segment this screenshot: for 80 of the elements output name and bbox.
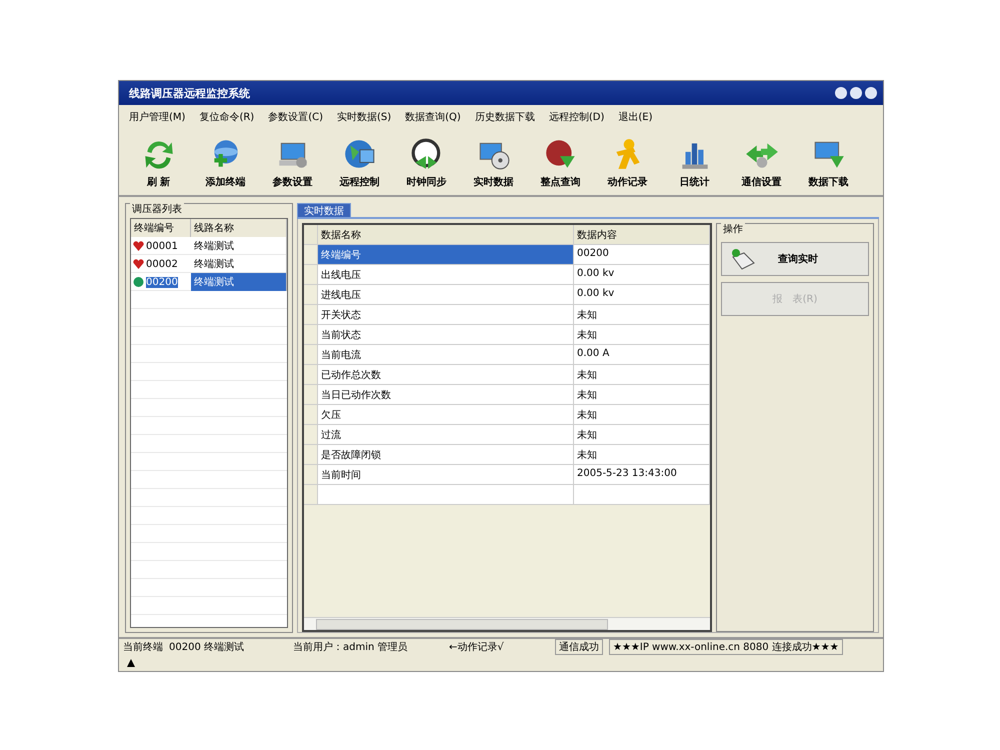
row-header[interactable] [304, 385, 318, 405]
toolbar-button[interactable]: 参数设置 [259, 131, 326, 193]
table-cell[interactable]: 开关状态 [318, 305, 574, 325]
row-header[interactable] [304, 265, 318, 285]
table-cell: 2005-5-23 13:43:00 [574, 465, 710, 485]
status-user: 当前用户：admin 管理员 [293, 640, 409, 654]
menu-item[interactable]: 退出(E) [618, 110, 652, 124]
list-cell[interactable]: 00200 [146, 276, 178, 288]
row-header[interactable] [304, 285, 318, 305]
toolbar-button[interactable]: 数据下载 [795, 131, 862, 193]
list-cell[interactable]: 00001 [146, 240, 178, 252]
row-header[interactable] [304, 465, 318, 485]
menu-item[interactable]: 用户管理(M) [129, 110, 186, 124]
table-cell[interactable]: 是否故障闭锁 [318, 445, 574, 465]
toolbar-button[interactable]: 远程控制 [326, 131, 393, 193]
table-cell[interactable]: 当日已动作次数 [318, 385, 574, 405]
maximize-button[interactable] [850, 87, 862, 99]
table-cell: 未知 [574, 305, 710, 325]
table-cell[interactable]: 当前时间 [318, 465, 574, 485]
row-header[interactable] [304, 405, 318, 425]
row-header[interactable] [304, 445, 318, 465]
toolbar-button[interactable]: 动作记录 [594, 131, 661, 193]
table-cell[interactable]: 出线电压 [318, 265, 574, 285]
table-cell: 未知 [574, 365, 710, 385]
row-header[interactable] [304, 485, 318, 505]
table-cell: 未知 [574, 405, 710, 425]
row-header[interactable] [304, 425, 318, 445]
table-cell[interactable]: 过流 [318, 425, 574, 445]
list-cell[interactable]: 00002 [146, 258, 178, 270]
column-header: 线路名称 [191, 219, 287, 237]
tab[interactable]: 实时数据 [297, 203, 351, 217]
table-cell[interactable]: 欠压 [318, 405, 574, 425]
group-title: 操作 [721, 222, 745, 236]
table-cell: 00200 [574, 245, 710, 265]
menu-item[interactable]: 历史数据下载 [474, 110, 535, 124]
table-cell: 0.00 A [574, 345, 710, 365]
close-button[interactable] [865, 87, 877, 99]
table-cell[interactable]: 当前状态 [318, 325, 574, 345]
toolbar-button[interactable]: 日统计 [661, 131, 728, 193]
status-action: ←动作记录√ [449, 640, 505, 654]
toolbar-button[interactable]: 通信设置 [728, 131, 795, 193]
menu-item[interactable]: 实时数据(S) [337, 110, 392, 124]
notepad-icon [730, 247, 756, 271]
status-terminal: 00200 终端测试 [169, 640, 245, 654]
row-header[interactable] [304, 325, 318, 345]
toolbar-button[interactable]: 实时数据 [460, 131, 527, 193]
status-label: 当前终端 [123, 640, 163, 654]
horizontal-scrollbar[interactable] [304, 617, 710, 630]
list-cell[interactable]: 终端测试 [191, 237, 287, 255]
table-cell: 未知 [574, 325, 710, 345]
table-cell[interactable] [318, 485, 574, 505]
table-cell[interactable]: 当前电流 [318, 345, 574, 365]
toolbar-button[interactable]: 添加终端 [192, 131, 259, 193]
group-title: 调压器列表 [130, 202, 184, 216]
action-button[interactable]: 查询实时 [721, 242, 869, 276]
row-header[interactable] [304, 345, 318, 365]
table-cell: 0.00 kv [574, 265, 710, 285]
row-header[interactable] [304, 365, 318, 385]
table-cell[interactable]: 已动作总次数 [318, 365, 574, 385]
menu-item[interactable]: 参数设置(C) [268, 110, 323, 124]
column-header: 终端编号 [131, 219, 191, 237]
menu-item[interactable]: 远程控制(D) [548, 110, 604, 124]
table-cell[interactable]: 终端编号 [318, 245, 574, 265]
status-comm: 通信成功 [555, 639, 603, 655]
toolbar-button[interactable]: 时钟同步 [393, 131, 460, 193]
toolbar-button[interactable]: 刷 新 [125, 131, 192, 193]
status-connection: ★★★IP www.xx-online.cn 8080 连接成功★★★ [609, 639, 843, 655]
list-cell[interactable]: 终端测试 [191, 273, 287, 291]
table-cell: 未知 [574, 385, 710, 405]
table-cell: 未知 [574, 445, 710, 465]
menu-item[interactable]: 复位命令(R) [199, 110, 254, 124]
minimize-button[interactable] [835, 87, 847, 99]
window-title: 线路调压器远程监控系统 [129, 86, 251, 100]
menu-item[interactable]: 数据查询(Q) [405, 110, 461, 124]
table-cell: 0.00 kv [574, 285, 710, 305]
table-cell: 未知 [574, 425, 710, 445]
row-header[interactable] [304, 245, 318, 265]
row-header[interactable] [304, 305, 318, 325]
table-cell[interactable]: 进线电压 [318, 285, 574, 305]
toolbar-button[interactable]: 整点查询 [527, 131, 594, 193]
